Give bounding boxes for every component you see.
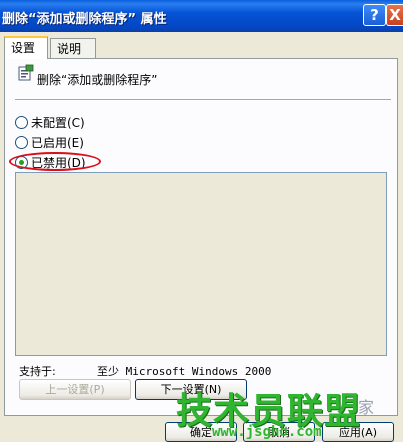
previous-setting-button[interactable]: 上一设置(P) xyxy=(19,379,131,400)
divider xyxy=(15,99,391,101)
watermark-url: www.jsgho.com xyxy=(212,424,322,440)
radio-enabled[interactable]: 已启用(E) xyxy=(15,134,84,152)
window-title: 删除“添加或删除程序” 属性 xyxy=(2,12,167,27)
tab-settings[interactable]: 设置 xyxy=(4,36,48,59)
radio-label: 已启用(E) xyxy=(31,136,84,150)
comment-area[interactable] xyxy=(15,172,387,356)
radio-circle-icon[interactable] xyxy=(15,136,28,149)
highlight-ellipse xyxy=(9,152,101,171)
settings-panel: 删除“添加或删除程序” 未配置(C) 已启用(E) 已禁用(D) 支持于: 至少… xyxy=(4,58,398,416)
radio-not-configured[interactable]: 未配置(C) xyxy=(15,114,85,132)
tab-explain[interactable]: 说明 xyxy=(50,38,96,58)
radio-circle-icon[interactable] xyxy=(15,116,28,129)
watermark-tail-text: 家 xyxy=(358,398,375,417)
supported-on-label: 支持于: xyxy=(19,365,56,378)
watermark: 技术员联盟 家 www.jsgho.com xyxy=(170,378,403,440)
title-bar[interactable]: 删除“添加或删除程序” 属性 ? X xyxy=(0,0,403,32)
policy-setting-icon xyxy=(18,64,34,81)
policy-title: 删除“添加或删除程序” xyxy=(37,73,158,87)
supported-on-value: 至少 Microsoft Windows 2000 xyxy=(97,365,272,378)
close-button[interactable]: X xyxy=(386,4,403,26)
radio-label: 未配置(C) xyxy=(31,116,85,130)
help-button[interactable]: ? xyxy=(363,4,386,26)
